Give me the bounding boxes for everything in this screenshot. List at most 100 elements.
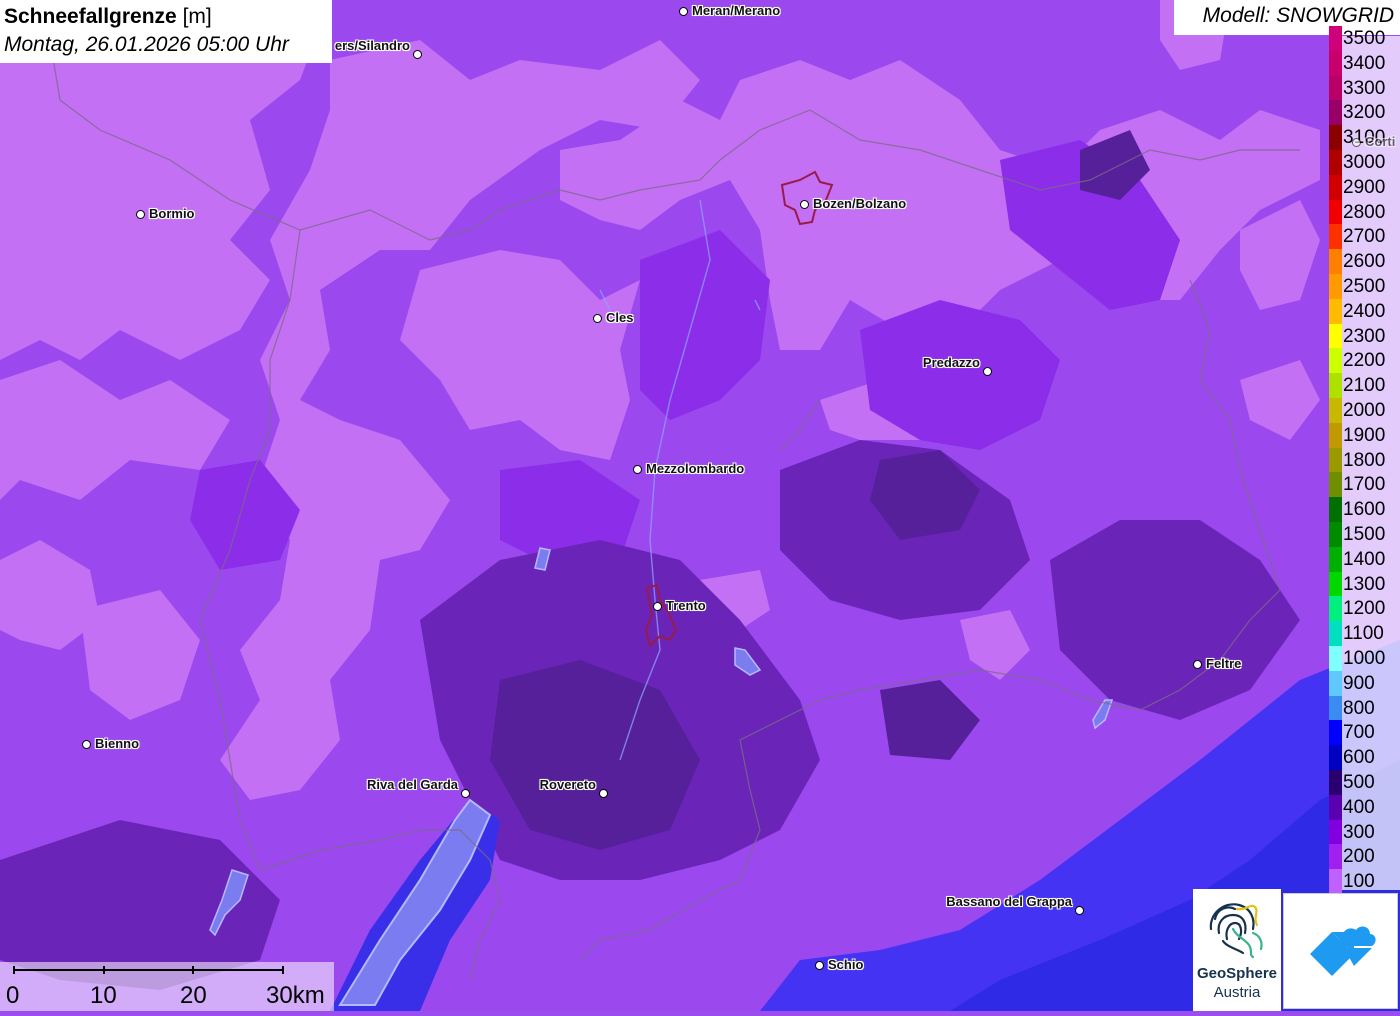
legend-swatch	[1329, 745, 1342, 771]
legend-label: 1600	[1343, 499, 1386, 521]
city-marker[interactable]	[461, 789, 470, 798]
city-label[interactable]: Bassano del Grappa	[946, 894, 1072, 909]
legend-item: 700	[1329, 720, 1400, 746]
legend-item: 3500	[1329, 26, 1400, 51]
legend-label: 2700	[1343, 226, 1386, 248]
legend-item: 300	[1329, 819, 1400, 845]
city-label[interactable]: Bormio	[149, 206, 195, 221]
legend-item: 1000	[1329, 646, 1400, 671]
legend-label: 3200	[1343, 102, 1386, 124]
legend-swatch	[1329, 298, 1342, 324]
legend-swatch	[1329, 670, 1342, 696]
legend-swatch	[1329, 323, 1342, 349]
legend-swatch	[1329, 75, 1342, 101]
geosphere-subtitle: Austria	[1213, 984, 1261, 1001]
legend-label: 1000	[1343, 648, 1386, 669]
legend-swatch	[1329, 100, 1342, 126]
legend-swatch	[1329, 695, 1342, 721]
snowfall-limit-map[interactable]	[0, 0, 1400, 1011]
legend-item: 400	[1329, 794, 1400, 820]
city-label[interactable]: Rovereto	[540, 777, 596, 792]
city-label[interactable]: Corti	[1365, 134, 1395, 149]
legend-swatch	[1329, 596, 1342, 622]
city-label[interactable]: ers/Silandro	[335, 38, 410, 53]
city-marker[interactable]	[653, 602, 662, 611]
legend-swatch	[1329, 844, 1342, 870]
legend-item: 2000	[1329, 398, 1400, 423]
city-label[interactable]: Meran/Merano	[692, 3, 780, 18]
city-marker[interactable]	[679, 7, 688, 16]
geosphere-logo[interactable]: GeoSphere Austria	[1193, 889, 1281, 1011]
city-marker[interactable]	[1075, 906, 1084, 915]
legend-swatch	[1329, 50, 1342, 76]
color-legend: 3500 3400 3300 3200 3100 3000 2900 2800 2700 2600…	[1329, 26, 1400, 895]
legend-item: 1900	[1329, 422, 1400, 448]
legend-item: 1500	[1329, 522, 1400, 547]
legend-item: 900	[1329, 670, 1400, 696]
city-label[interactable]: Mezzolombardo	[646, 461, 744, 476]
city-label[interactable]: Bozen/Bolzano	[813, 196, 906, 211]
legend-label: 1700	[1343, 474, 1386, 496]
map-title: Schneefallgrenze [m]	[4, 5, 212, 28]
legend-item: 1600	[1329, 497, 1400, 523]
legend-item: 1100	[1329, 621, 1400, 647]
legend-label: 2100	[1343, 375, 1386, 397]
legend-label: 100	[1343, 871, 1375, 893]
city-marker[interactable]	[593, 314, 602, 323]
legend-swatch	[1329, 646, 1342, 671]
legend-label: 2500	[1343, 276, 1386, 297]
app-logo[interactable]	[1283, 893, 1398, 1009]
city-label[interactable]: Cles	[606, 310, 633, 325]
legend-swatch	[1329, 571, 1342, 597]
legend-item: 2700	[1329, 224, 1400, 250]
legend-swatch	[1329, 621, 1342, 647]
city-marker[interactable]	[136, 210, 145, 219]
map-datetime: Montag, 26.01.2026 05:00 Uhr	[4, 33, 289, 56]
scale-label-0: 0	[6, 982, 20, 1009]
legend-swatch	[1329, 497, 1342, 523]
city-marker[interactable]	[983, 367, 992, 376]
map-title-box: Schneefallgrenze [m] Montag, 26.01.2026 …	[0, 0, 332, 63]
legend-label: 600	[1343, 747, 1375, 769]
city-label[interactable]: Trento	[666, 598, 706, 613]
legend-label: 3500	[1343, 28, 1386, 49]
legend-label: 2400	[1343, 300, 1386, 322]
city-label[interactable]: Feltre	[1206, 656, 1241, 671]
legend-swatch	[1329, 819, 1342, 845]
legend-swatch	[1329, 174, 1342, 200]
map-unit: [m]	[182, 5, 212, 28]
legend-item: 3300	[1329, 75, 1400, 101]
city-marker[interactable]	[815, 961, 824, 970]
city-marker[interactable]	[413, 50, 422, 59]
legend-swatch	[1329, 274, 1342, 299]
city-label[interactable]: Bienno	[95, 736, 139, 751]
scale-label-20: 20	[180, 982, 207, 1009]
legend-label: 1200	[1343, 598, 1386, 620]
legend-item: 2200	[1329, 348, 1400, 374]
city-marker[interactable]	[599, 789, 608, 798]
scale-label-10: 10	[90, 982, 117, 1009]
city-marker[interactable]	[800, 200, 809, 209]
legend-label: 3300	[1343, 77, 1386, 99]
city-label[interactable]: Predazzo	[923, 355, 980, 370]
legend-label: 1400	[1343, 548, 1386, 570]
legend-label: 3000	[1343, 152, 1386, 173]
city-label[interactable]: Riva del Garda	[367, 777, 458, 792]
legend-item: 3000	[1329, 150, 1400, 175]
legend-swatch	[1329, 398, 1342, 423]
legend-item: 100	[1329, 869, 1400, 895]
legend-label: 2800	[1343, 201, 1386, 223]
legend-label: 1300	[1343, 573, 1386, 595]
legend-item: 2800	[1329, 199, 1400, 225]
city-marker[interactable]	[1193, 660, 1202, 669]
city-marker[interactable]	[1352, 138, 1361, 147]
legend-item: 2300	[1329, 323, 1400, 349]
city-label[interactable]: Schio	[828, 957, 863, 972]
legend-label: 300	[1343, 821, 1375, 843]
city-marker[interactable]	[633, 465, 642, 474]
legend-swatch	[1329, 224, 1342, 250]
geosphere-name: GeoSphere	[1196, 965, 1278, 982]
city-marker[interactable]	[82, 740, 91, 749]
legend-label: 2600	[1343, 251, 1386, 273]
scale-label-30km: 30km	[266, 982, 325, 1009]
